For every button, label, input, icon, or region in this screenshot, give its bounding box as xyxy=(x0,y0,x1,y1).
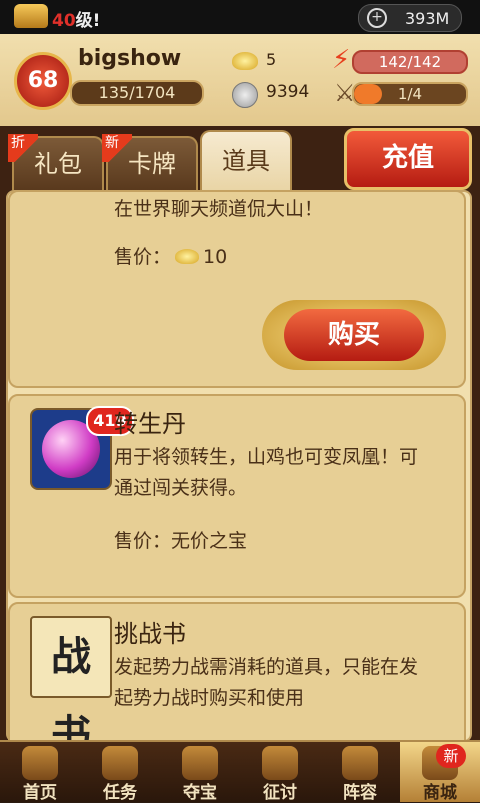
tab-label: 卡牌 xyxy=(128,150,176,178)
battle-bar: 1/4 xyxy=(352,82,468,106)
crossed-swords-icon xyxy=(262,746,298,780)
plus-circle-icon: + xyxy=(367,8,387,28)
nav-conquest[interactable]: 征讨 xyxy=(240,742,320,803)
nav-shop[interactable]: 新 商城 xyxy=(400,742,480,803)
discount-flag: 折 xyxy=(8,134,38,162)
level-suffix: 级! xyxy=(75,11,101,31)
tab-label: 道具 xyxy=(222,147,270,175)
nav-label: 阵容 xyxy=(343,783,377,803)
treasure-icon xyxy=(182,746,218,780)
buy-button-frame[interactable]: 购买 xyxy=(262,300,446,370)
bottom-nav: 首页 任务 夺宝 征讨 阵容 新 商城 xyxy=(0,740,480,803)
player-name: bigshow xyxy=(78,46,182,71)
item-price: 售价：无价之宝 xyxy=(114,526,247,553)
formation-icon xyxy=(342,746,378,780)
price-label: 售价： xyxy=(114,246,172,268)
gold-ingot-icon xyxy=(175,249,200,264)
player-level-badge[interactable]: 68 xyxy=(14,52,72,110)
task-scroll-icon xyxy=(102,746,138,780)
nav-label: 商城 xyxy=(423,783,457,803)
battle-value: 1/4 xyxy=(397,85,423,103)
item-description: 在世界聊天频道侃大山！ xyxy=(114,198,324,220)
hat-icon xyxy=(14,4,48,28)
list-item[interactable]: 419 转生丹 用于将领转生，山鸡也可变凤凰！可通过闯关获得。 售价：无价之宝 xyxy=(8,394,466,598)
price-value: 无价之宝 xyxy=(171,530,248,552)
price-value: 10 xyxy=(203,246,228,268)
list-item[interactable]: 战书 挑战书 发起势力战需消耗的道具，只能在发起势力战时购买和使用 xyxy=(8,602,466,740)
player-header: 68 bigshow 135/1704 5 9394 ⚡ 142/142 ⚔ 1… xyxy=(0,34,480,130)
silver-coin-icon xyxy=(232,82,258,108)
tab-gift-pack[interactable]: 折 礼包 xyxy=(8,134,104,192)
nav-label: 首页 xyxy=(23,783,57,803)
silver-value: 9394 xyxy=(266,82,310,102)
buy-button[interactable]: 购买 xyxy=(284,309,424,361)
nav-tasks[interactable]: 任务 xyxy=(80,742,160,803)
item-price: 售价： 10 xyxy=(114,242,227,269)
nav-label: 夺宝 xyxy=(183,783,217,803)
home-flag-icon xyxy=(22,746,58,780)
item-description: 用于将领转生，山鸡也可变凤凰！可通过闯关获得。 xyxy=(114,446,419,499)
memory-value: 393M xyxy=(405,9,450,28)
tab-cards[interactable]: 新 卡牌 xyxy=(102,134,198,192)
nav-lineup[interactable]: 阵容 xyxy=(320,742,400,803)
battle-bar-fill xyxy=(354,84,382,104)
tab-items[interactable]: 道具 xyxy=(200,130,292,190)
nav-home[interactable]: 首页 xyxy=(0,742,80,803)
energy-bar: 142/142 xyxy=(352,50,468,74)
level-notice: 40级! xyxy=(52,6,100,31)
gold-value: 5 xyxy=(266,50,277,69)
nav-treasure[interactable]: 夺宝 xyxy=(160,742,240,803)
tab-label: 礼包 xyxy=(34,150,82,178)
level-number: 40 xyxy=(52,11,76,31)
status-bar: 40级! + 393M xyxy=(0,0,480,34)
item-title: 转生丹 xyxy=(114,410,186,438)
nav-label: 任务 xyxy=(103,783,137,803)
shop-tabs: 折 礼包 新 卡牌 道具 充值 xyxy=(0,126,480,192)
gold-ingot-icon xyxy=(232,52,258,70)
item-description: 发起势力战需消耗的道具，只能在发起势力战时购买和使用 xyxy=(114,656,419,709)
price-label: 售价： xyxy=(114,530,172,552)
rebirth-pill-icon: 419 xyxy=(30,406,134,490)
new-flag: 新 xyxy=(102,134,132,162)
nav-label: 征讨 xyxy=(263,783,297,803)
new-badge: 新 xyxy=(436,744,466,768)
memory-indicator[interactable]: + 393M xyxy=(358,4,462,32)
item-title: 挑战书 xyxy=(114,620,186,648)
recharge-button[interactable]: 充值 xyxy=(344,128,472,190)
exp-bar: 135/1704 xyxy=(70,80,204,106)
item-list[interactable]: 在世界聊天频道侃大山！ 售价： 10 购买 419 转生丹 用于将领转生，山鸡也可… xyxy=(0,190,480,740)
challenge-book-icon: 战书 xyxy=(30,616,112,740)
